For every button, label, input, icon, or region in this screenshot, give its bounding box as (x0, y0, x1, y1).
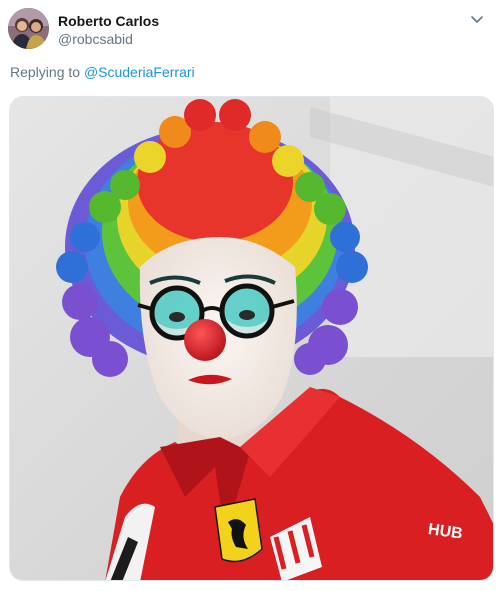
chevron-down-icon[interactable] (470, 12, 484, 26)
mention-link[interactable]: @ScuderiaFerrari (84, 64, 195, 80)
tweet-photo[interactable]: HUB (9, 96, 494, 581)
author-name[interactable]: Roberto Carlos (58, 13, 159, 29)
replying-to-label: Replying to (10, 64, 84, 80)
author-handle[interactable]: @robcsabid (58, 31, 133, 47)
replying-to: Replying to @ScuderiaFerrari (10, 64, 195, 80)
avatar[interactable] (8, 8, 49, 49)
tweet: Roberto Carlos @robcsabid Replying to @S… (0, 0, 500, 591)
